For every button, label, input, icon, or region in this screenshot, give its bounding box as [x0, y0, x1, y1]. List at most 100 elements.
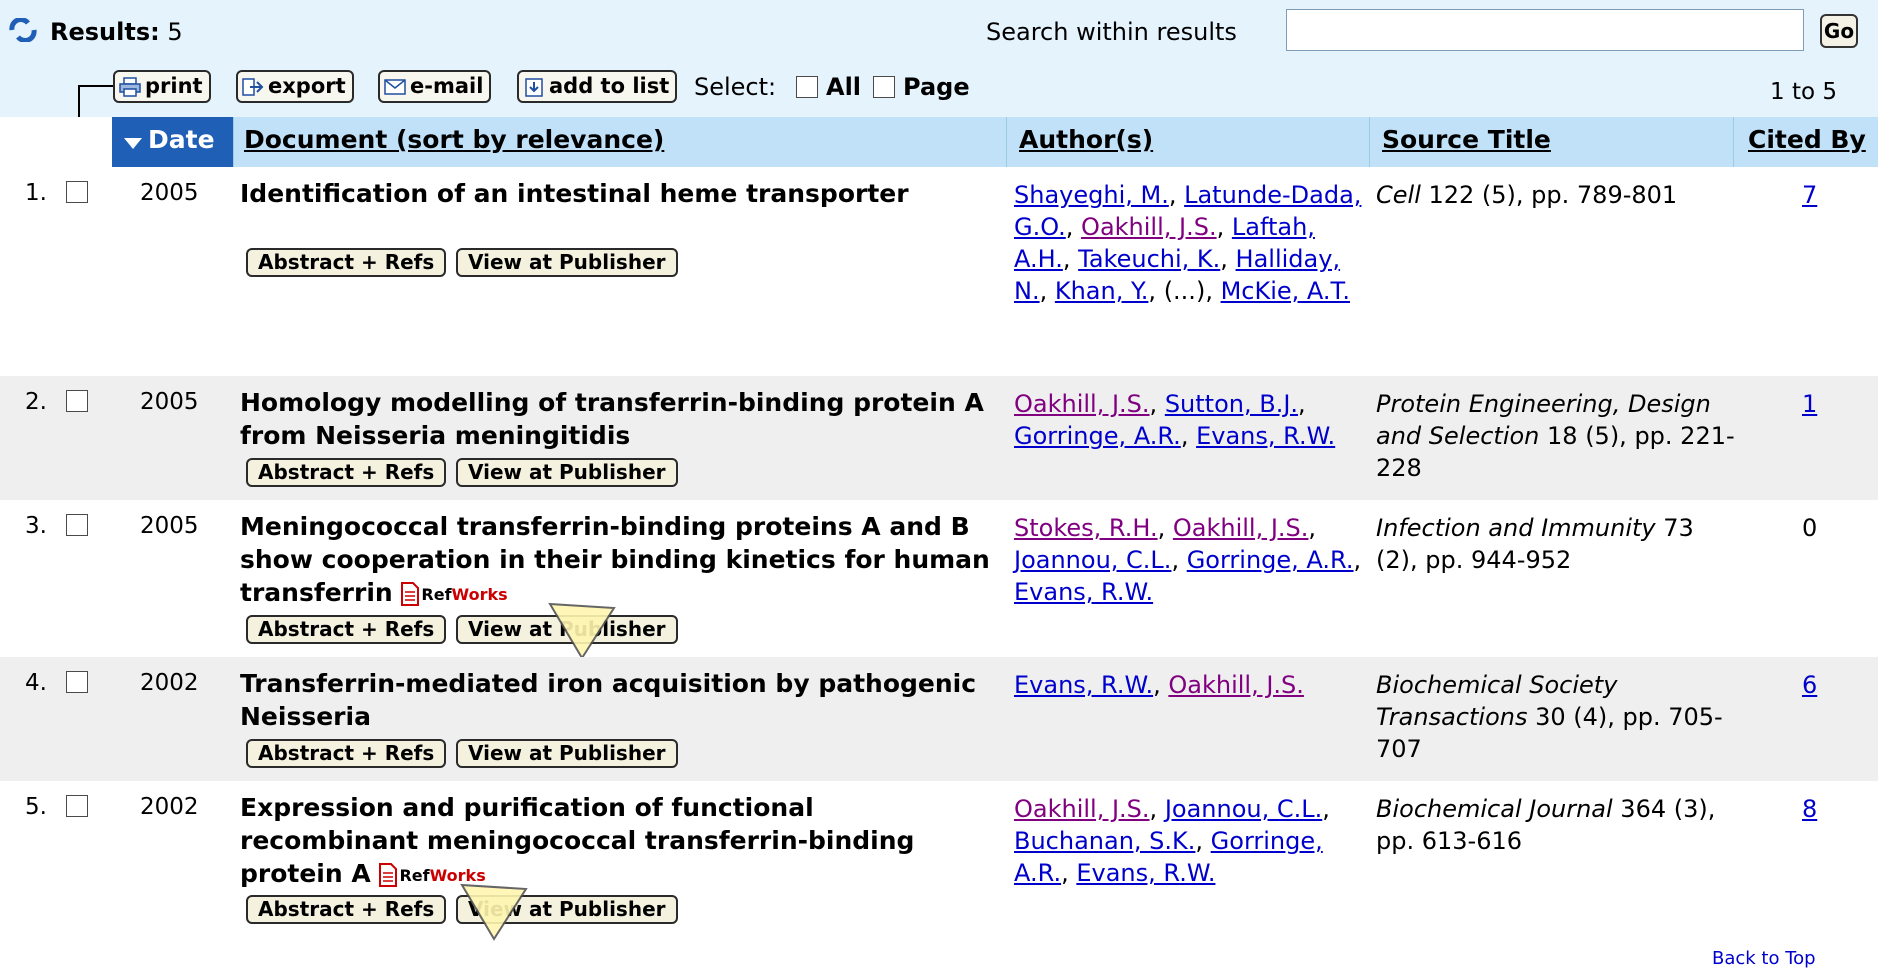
row-year: 2005 [140, 389, 199, 415]
select-all-checkbox[interactable] [796, 76, 818, 98]
column-header-authors: Author(s) [1007, 117, 1370, 167]
author-link[interactable]: Oakhill, J.S. [1168, 671, 1304, 699]
document-icon [379, 863, 398, 887]
author-link[interactable]: Oakhill, J.S. [1173, 514, 1309, 542]
cited-by-link[interactable]: 7 [1802, 181, 1817, 209]
source-title: Biochemical Society Transactions 30 (4),… [1376, 671, 1723, 763]
cited-by-link[interactable]: 6 [1802, 671, 1817, 699]
source-title: Protein Engineering, Design and Selectio… [1376, 390, 1735, 482]
author-link[interactable]: Gorringe, A.R. [1187, 546, 1354, 574]
row-year: 2005 [140, 513, 199, 539]
author-link[interactable]: Buchanan, S.K. [1014, 827, 1195, 855]
cited-by-count: 1 [1802, 388, 1817, 420]
column-header-date[interactable]: Date [112, 117, 234, 167]
row-number: 2. [25, 389, 47, 415]
abstract-refs-button[interactable]: Abstract + Refs [246, 895, 447, 924]
source-title: Biochemical Journal 364 (3), pp. 613-616 [1376, 795, 1716, 855]
row-checkbox[interactable] [66, 514, 88, 536]
source-title: Cell 122 (5), pp. 789-801 [1376, 181, 1678, 209]
author-link[interactable]: Stokes, R.H. [1014, 514, 1158, 542]
author-link[interactable]: Evans, R.W. [1014, 671, 1153, 699]
row-year: 2005 [140, 180, 199, 206]
source-title: Infection and Immunity 73 (2), pp. 944-9… [1376, 514, 1694, 574]
email-button[interactable]: e-mail [378, 70, 492, 103]
row-year: 2002 [140, 794, 199, 820]
result-row-2: 2. 2005 Homology modelling of transferri… [0, 376, 1878, 500]
results-range: 1 to 5 [1770, 79, 1837, 105]
search-within-input[interactable] [1286, 9, 1804, 51]
select-page-checkbox[interactable] [873, 76, 895, 98]
column-header-document: Document (sort by relevance) [234, 117, 1007, 167]
row-year: 2002 [140, 670, 199, 696]
row-checkbox[interactable] [66, 671, 88, 693]
view-at-publisher-button[interactable]: View at Publisher [456, 248, 678, 277]
document-title: Expression and purification of functiona… [240, 791, 995, 892]
cited-by-link[interactable]: 8 [1802, 795, 1817, 823]
author-link[interactable]: Oakhill, J.S. [1014, 390, 1150, 418]
back-to-top-link[interactable]: Back to Top [1712, 948, 1816, 969]
clipboard-add-icon [525, 77, 543, 97]
author-link[interactable]: Oakhill, J.S. [1014, 795, 1150, 823]
result-row-3: 3. 2005 Meningococcal transferrin-bindin… [0, 500, 1878, 660]
sort-descending-icon [124, 138, 142, 149]
printer-icon [119, 76, 141, 97]
author-link[interactable]: Joannou, C.L. [1165, 795, 1322, 823]
author-link[interactable]: Joannou, C.L. [1014, 546, 1171, 574]
document-title: Transferrin-mediated iron acquisition by… [240, 669, 977, 731]
add-to-list-button[interactable]: add to list [517, 70, 678, 103]
cited-by-count: 7 [1802, 179, 1817, 211]
row-checkbox[interactable] [66, 795, 88, 817]
result-row-1: 1. 2005 Identification of an intestinal … [0, 167, 1878, 376]
column-header-cited-by: Cited By [1734, 117, 1878, 167]
sort-authors-link[interactable]: Author(s) [1019, 125, 1153, 154]
document-title: Homology modelling of transferrin-bindin… [240, 388, 984, 450]
document-title: Identification of an intestinal heme tra… [240, 179, 909, 208]
row-number: 1. [25, 180, 47, 206]
envelope-icon [384, 78, 406, 95]
cited-by-count: 0 [1802, 514, 1818, 542]
cited-by-count: 8 [1802, 793, 1817, 825]
view-at-publisher-button[interactable]: View at Publisher [456, 739, 678, 768]
abstract-refs-button[interactable]: Abstract + Refs [246, 739, 447, 768]
go-button[interactable]: Go [1820, 14, 1858, 48]
author-link[interactable]: Evans, R.W. [1196, 422, 1335, 450]
result-row-5: 5. 2002 Expression and purification of f… [0, 781, 1878, 962]
cited-by-link[interactable]: 1 [1802, 390, 1817, 418]
abstract-refs-button[interactable]: Abstract + Refs [246, 248, 447, 277]
author-link[interactable]: Shayeghi, M. [1014, 181, 1169, 209]
column-header-spacer [0, 117, 112, 167]
search-within-label: Search within results [986, 18, 1237, 46]
author-link[interactable]: Evans, R.W. [1014, 578, 1153, 606]
document-icon [401, 582, 420, 606]
refworks-link[interactable]: Ref Works [401, 578, 508, 611]
author-link[interactable]: McKie, A.T. [1221, 277, 1350, 305]
author-link[interactable]: Khan, Y. [1055, 277, 1149, 305]
row-checkbox[interactable] [66, 390, 88, 412]
abstract-refs-button[interactable]: Abstract + Refs [246, 615, 447, 644]
sort-source-link[interactable]: Source Title [1382, 125, 1551, 154]
author-list: Shayeghi, M., Latunde-Dada, G.O., Oakhil… [1014, 181, 1362, 305]
print-button[interactable]: print [113, 70, 211, 103]
export-button[interactable]: export [236, 70, 354, 103]
cited-by-count: 6 [1802, 669, 1817, 701]
row-checkbox[interactable] [66, 181, 88, 203]
export-icon [242, 77, 264, 96]
author-link[interactable]: Oakhill, J.S. [1081, 213, 1217, 241]
author-list: Stokes, R.H., Oakhill, J.S., Joannou, C.… [1014, 514, 1362, 606]
author-list: Oakhill, J.S., Sutton, B.J., Gorringe, A… [1014, 390, 1336, 450]
view-at-publisher-button[interactable]: View at Publisher [456, 458, 678, 487]
document-title: Meningococcal transferrin-binding protei… [240, 510, 995, 611]
author-link[interactable]: Gorringe, A.R. [1014, 422, 1181, 450]
row-number: 5. [25, 794, 47, 820]
scopus-logo-icon [9, 18, 37, 42]
abstract-refs-button[interactable]: Abstract + Refs [246, 458, 447, 487]
author-link[interactable]: Evans, R.W. [1076, 859, 1215, 887]
row-number: 3. [25, 513, 47, 539]
sort-cited-by-link[interactable]: Cited By [1748, 125, 1866, 154]
select-label: Select: [694, 73, 777, 101]
more-authors: (...) [1163, 277, 1206, 305]
column-header-source: Source Title [1370, 117, 1734, 167]
sort-by-relevance-link[interactable]: Document (sort by relevance) [244, 125, 664, 154]
author-link[interactable]: Takeuchi, K. [1078, 245, 1220, 273]
author-link[interactable]: Sutton, B.J. [1165, 390, 1298, 418]
